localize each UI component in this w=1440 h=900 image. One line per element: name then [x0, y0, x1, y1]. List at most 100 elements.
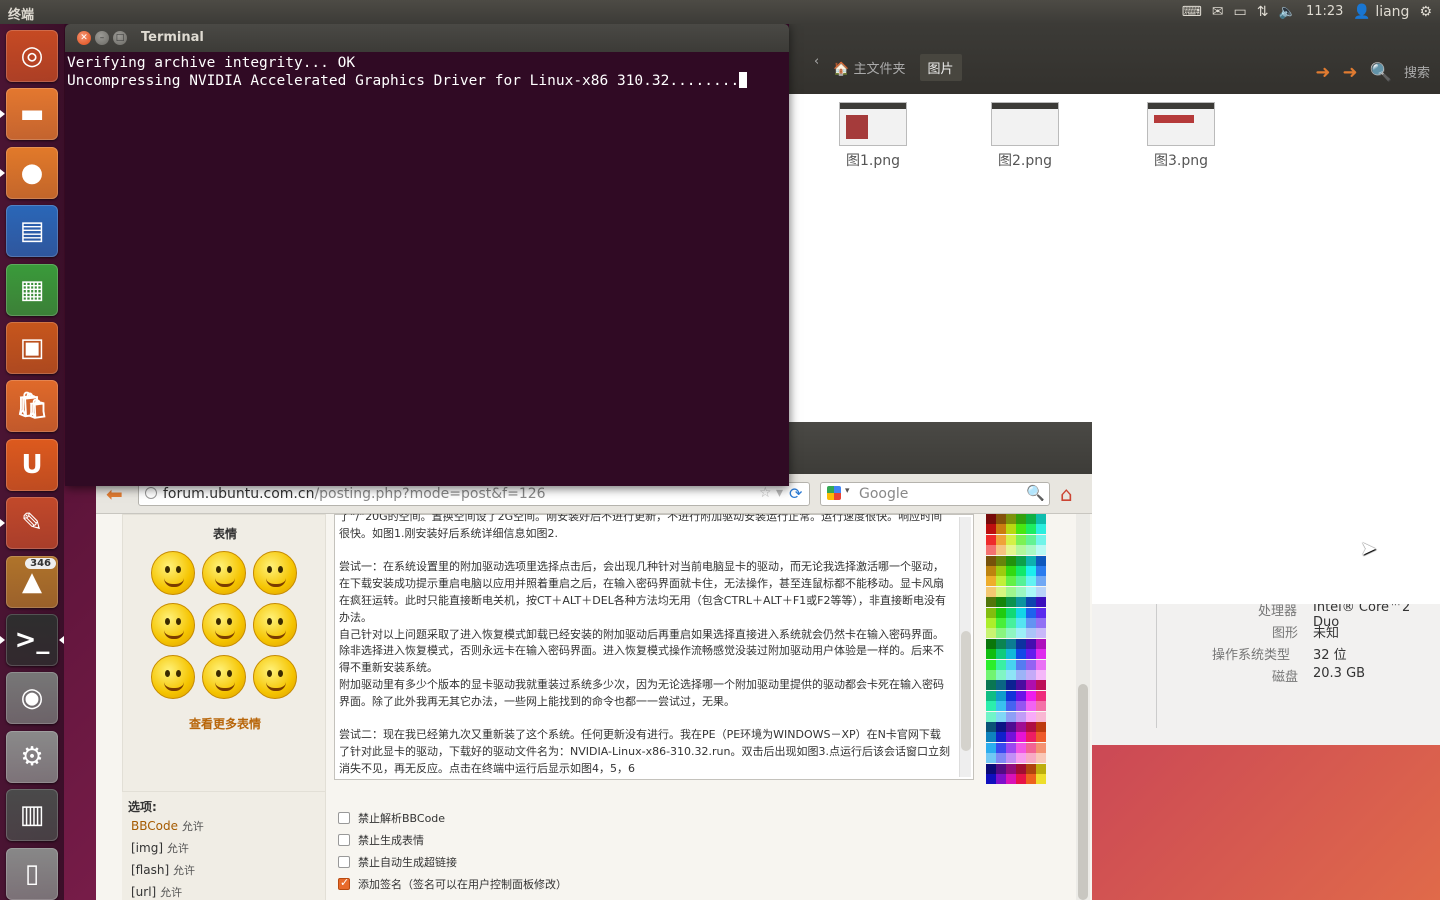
crumb-pictures[interactable]: 图片: [919, 54, 962, 81]
emoticon-icon[interactable]: [253, 655, 297, 699]
checkbox[interactable]: [338, 856, 350, 868]
color-swatch[interactable]: [1006, 628, 1016, 639]
color-swatch[interactable]: [986, 618, 996, 628]
color-swatch[interactable]: [1016, 753, 1026, 764]
color-swatch[interactable]: [1036, 628, 1046, 639]
network-icon[interactable]: ⇅: [1257, 0, 1269, 24]
color-swatch[interactable]: [1006, 680, 1016, 691]
file-item[interactable]: 图1.png: [828, 102, 918, 170]
volume-icon[interactable]: 🔈: [1279, 0, 1296, 24]
page-scrollbar[interactable]: [1076, 514, 1090, 900]
color-swatch[interactable]: [1016, 774, 1026, 784]
file-item[interactable]: 图3.png: [1136, 102, 1226, 170]
color-swatch[interactable]: [986, 722, 996, 732]
color-swatch[interactable]: [1036, 545, 1046, 556]
bookmark-star-icon[interactable]: ☆ ▾: [759, 485, 783, 501]
option-checkbox-row[interactable]: 禁止解析BBCode: [338, 810, 445, 826]
impress-icon[interactable]: ▣: [6, 322, 58, 374]
crumb-home[interactable]: 🏠 主文件夹: [825, 54, 913, 81]
emoticon-icon[interactable]: [151, 655, 195, 699]
color-swatch[interactable]: [1016, 638, 1026, 649]
color-swatch[interactable]: [1006, 586, 1016, 597]
update-manager-icon[interactable]: ▲ 346: [6, 555, 58, 608]
color-swatch[interactable]: [1016, 649, 1026, 660]
color-swatch[interactable]: [1016, 690, 1026, 701]
back-arrow-icon[interactable]: ➜: [1315, 62, 1330, 83]
color-swatch[interactable]: [1036, 649, 1046, 660]
color-swatch[interactable]: [996, 753, 1006, 764]
emoticon-icon[interactable]: [202, 551, 246, 595]
color-swatch[interactable]: [996, 566, 1006, 576]
color-swatch[interactable]: [1016, 659, 1026, 670]
color-swatch[interactable]: [986, 628, 996, 639]
ubuntu-one-icon[interactable]: U: [6, 438, 58, 491]
color-swatch[interactable]: [986, 555, 996, 566]
color-swatch[interactable]: [1016, 701, 1026, 712]
checkbox[interactable]: [338, 876, 350, 890]
color-swatch[interactable]: [996, 680, 1006, 691]
color-swatch[interactable]: [1006, 545, 1016, 556]
home-icon[interactable]: ⌂: [1060, 482, 1073, 506]
terminal-icon[interactable]: >_: [6, 614, 58, 666]
color-swatch[interactable]: [1036, 524, 1046, 535]
color-swatch[interactable]: [1036, 586, 1046, 597]
system-settings-icon[interactable]: ✎: [6, 497, 58, 550]
color-swatch[interactable]: [1026, 638, 1036, 649]
color-swatch[interactable]: [1036, 638, 1046, 649]
color-swatch[interactable]: [1016, 607, 1026, 618]
color-swatch[interactable]: [1026, 649, 1036, 660]
color-swatch[interactable]: [996, 597, 1006, 608]
color-swatch[interactable]: [986, 514, 996, 524]
color-swatch[interactable]: [1036, 534, 1046, 545]
color-swatch[interactable]: [1016, 722, 1026, 732]
maximize-icon[interactable]: □: [113, 31, 127, 45]
color-swatch[interactable]: [996, 514, 1006, 524]
color-swatch[interactable]: [1006, 774, 1016, 784]
color-swatch[interactable]: [1026, 607, 1036, 618]
color-swatch[interactable]: [1006, 514, 1016, 524]
emoticon-icon[interactable]: [151, 551, 195, 595]
option-checkbox-row[interactable]: 禁止自动生成超链接: [338, 854, 457, 870]
close-icon[interactable]: ✕: [77, 31, 91, 45]
color-swatch[interactable]: [996, 774, 1006, 784]
color-swatch[interactable]: [1016, 597, 1026, 608]
dash-home-icon[interactable]: ◎: [6, 30, 58, 82]
color-swatch[interactable]: [1026, 566, 1036, 576]
clock[interactable]: 11:23: [1306, 0, 1343, 24]
color-swatch[interactable]: [1026, 722, 1036, 732]
color-swatch[interactable]: [1026, 586, 1036, 597]
color-swatch[interactable]: [1036, 514, 1046, 524]
color-swatch[interactable]: [986, 670, 996, 680]
color-swatch[interactable]: [996, 555, 1006, 566]
forward-arrow-icon[interactable]: ➜: [1342, 62, 1357, 83]
color-swatch[interactable]: [1026, 670, 1036, 680]
color-swatch[interactable]: [1026, 774, 1036, 784]
color-swatch[interactable]: [1026, 555, 1036, 566]
color-swatch[interactable]: [996, 534, 1006, 545]
color-swatch[interactable]: [1026, 763, 1036, 774]
option-key[interactable]: BBCode: [131, 819, 178, 833]
color-swatch[interactable]: [1016, 524, 1026, 535]
color-swatch[interactable]: [1026, 618, 1036, 628]
color-swatch[interactable]: [1016, 763, 1026, 774]
color-swatch[interactable]: [1016, 628, 1026, 639]
checkbox[interactable]: [338, 812, 350, 824]
emoticon-icon[interactable]: [151, 603, 195, 647]
color-swatch[interactable]: [1036, 763, 1046, 774]
color-swatch[interactable]: [986, 545, 996, 556]
color-swatch[interactable]: [986, 638, 996, 649]
color-swatch[interactable]: [1006, 763, 1016, 774]
color-swatch[interactable]: [1036, 659, 1046, 670]
color-swatch[interactable]: [996, 649, 1006, 660]
trash-icon[interactable]: ▯: [6, 847, 58, 900]
color-swatch[interactable]: [986, 701, 996, 712]
search-bar[interactable]: ▾ Google 🔍: [820, 482, 1050, 506]
mail-icon[interactable]: ✉: [1212, 0, 1224, 24]
color-swatch[interactable]: [1036, 680, 1046, 691]
color-swatch[interactable]: [1036, 722, 1046, 732]
color-swatch[interactable]: [996, 722, 1006, 732]
color-swatch[interactable]: [1026, 732, 1036, 743]
chevron-left-icon[interactable]: ‹: [814, 54, 819, 81]
color-swatch[interactable]: [1026, 659, 1036, 670]
color-swatch[interactable]: [986, 732, 996, 743]
